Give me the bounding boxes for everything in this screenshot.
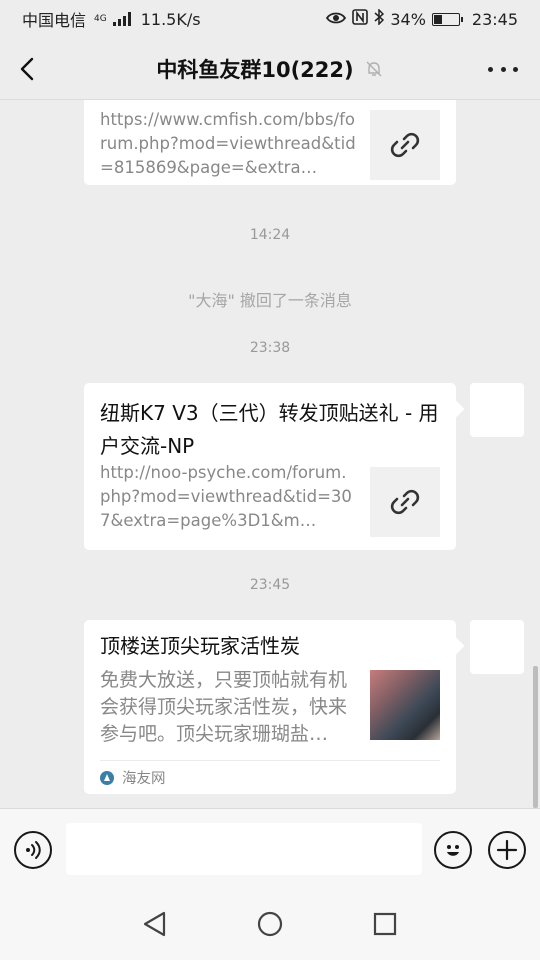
bluetooth-icon [374, 8, 385, 29]
system-nav-bar [0, 890, 540, 960]
home-circle-icon [257, 911, 283, 937]
dot-icon [488, 66, 493, 72]
avatar[interactable] [470, 383, 524, 437]
scrollbar[interactable] [533, 666, 538, 808]
source-logo-icon [100, 770, 114, 785]
link-url: https://www.cmfish.com/bbs/forum.php?mod… [100, 110, 356, 177]
network-speed: 11.5K/s [140, 9, 201, 29]
battery-icon [431, 12, 463, 26]
input-bar [0, 808, 540, 890]
emoji-icon [447, 845, 459, 856]
muted-bell-icon [364, 59, 384, 79]
article-title: 顶楼送顶尖玩家活性炭 [100, 634, 300, 658]
link-title: 纽斯K7 V3（三代）转发顶贴送礼 - 用户交流-NP [100, 401, 439, 458]
recall-notice: "大海" 撤回了一条消息 [188, 291, 352, 310]
article-thumbnail [370, 670, 440, 740]
back-triangle-icon [143, 911, 166, 937]
recents-square-icon [373, 912, 397, 936]
source-name: 海友网 [122, 771, 166, 787]
carrier-name: 中国电信 [22, 11, 87, 30]
voice-button[interactable] [14, 831, 52, 869]
dot-icon [500, 66, 506, 72]
nfc-icon [352, 9, 369, 29]
message-list[interactable]: https://www.cmfish.com/bbs/forum.php?mod… [0, 100, 540, 808]
link-message-card[interactable]: https://www.cmfish.com/bbs/forum.php?mod… [84, 100, 456, 185]
link-url: http://noo-psyche.com/forum.php?mod=view… [100, 463, 352, 530]
network-type: 4G [94, 13, 107, 24]
nav-recents-button[interactable] [370, 909, 400, 939]
nav-back-button[interactable] [140, 909, 170, 939]
bubble-tail [447, 400, 465, 418]
plus-icon [496, 839, 518, 861]
emoji-button[interactable] [434, 831, 472, 869]
message-input[interactable] [66, 823, 422, 875]
battery-percent: 34% [390, 9, 426, 29]
chat-title: 中科鱼友群10(222) [156, 57, 354, 82]
dot-icon [513, 66, 518, 72]
clock: 23:45 [471, 9, 518, 29]
link-message-card[interactable]: 纽斯K7 V3（三代）转发顶贴送礼 - 用户交流-NP http://noo-p… [84, 383, 465, 550]
timestamp: 23:45 [249, 577, 291, 593]
timestamp: 14:24 [249, 227, 291, 243]
more-options-button[interactable] [488, 62, 518, 76]
chat-header: 中科鱼友群10(222) [0, 38, 540, 100]
nav-home-button[interactable] [255, 909, 285, 939]
link-thumbnail [370, 467, 440, 537]
link-thumbnail [370, 110, 440, 180]
bubble-tail [447, 637, 465, 655]
timestamp: 23:38 [249, 340, 291, 356]
link-icon [390, 489, 420, 515]
article-message-card[interactable]: 顶楼送顶尖玩家活性炭 免费大放送，只要顶帖就有机会获得顶尖玩家活性炭，快来参与吧… [84, 620, 465, 794]
article-summary: 免费大放送，只要顶帖就有机会获得顶尖玩家活性炭，快来参与吧。顶尖玩家珊瑚盐… [100, 669, 348, 745]
link-icon [390, 132, 420, 158]
more-actions-button[interactable] [488, 831, 526, 869]
avatar[interactable] [470, 620, 524, 674]
status-bar: 中国电信 4G 11.5K/s 34% 23:45 [0, 0, 540, 38]
article-source: 海友网 [100, 760, 440, 794]
voice-icon [26, 841, 41, 859]
eye-icon [326, 10, 347, 29]
signal-icon [112, 12, 131, 26]
